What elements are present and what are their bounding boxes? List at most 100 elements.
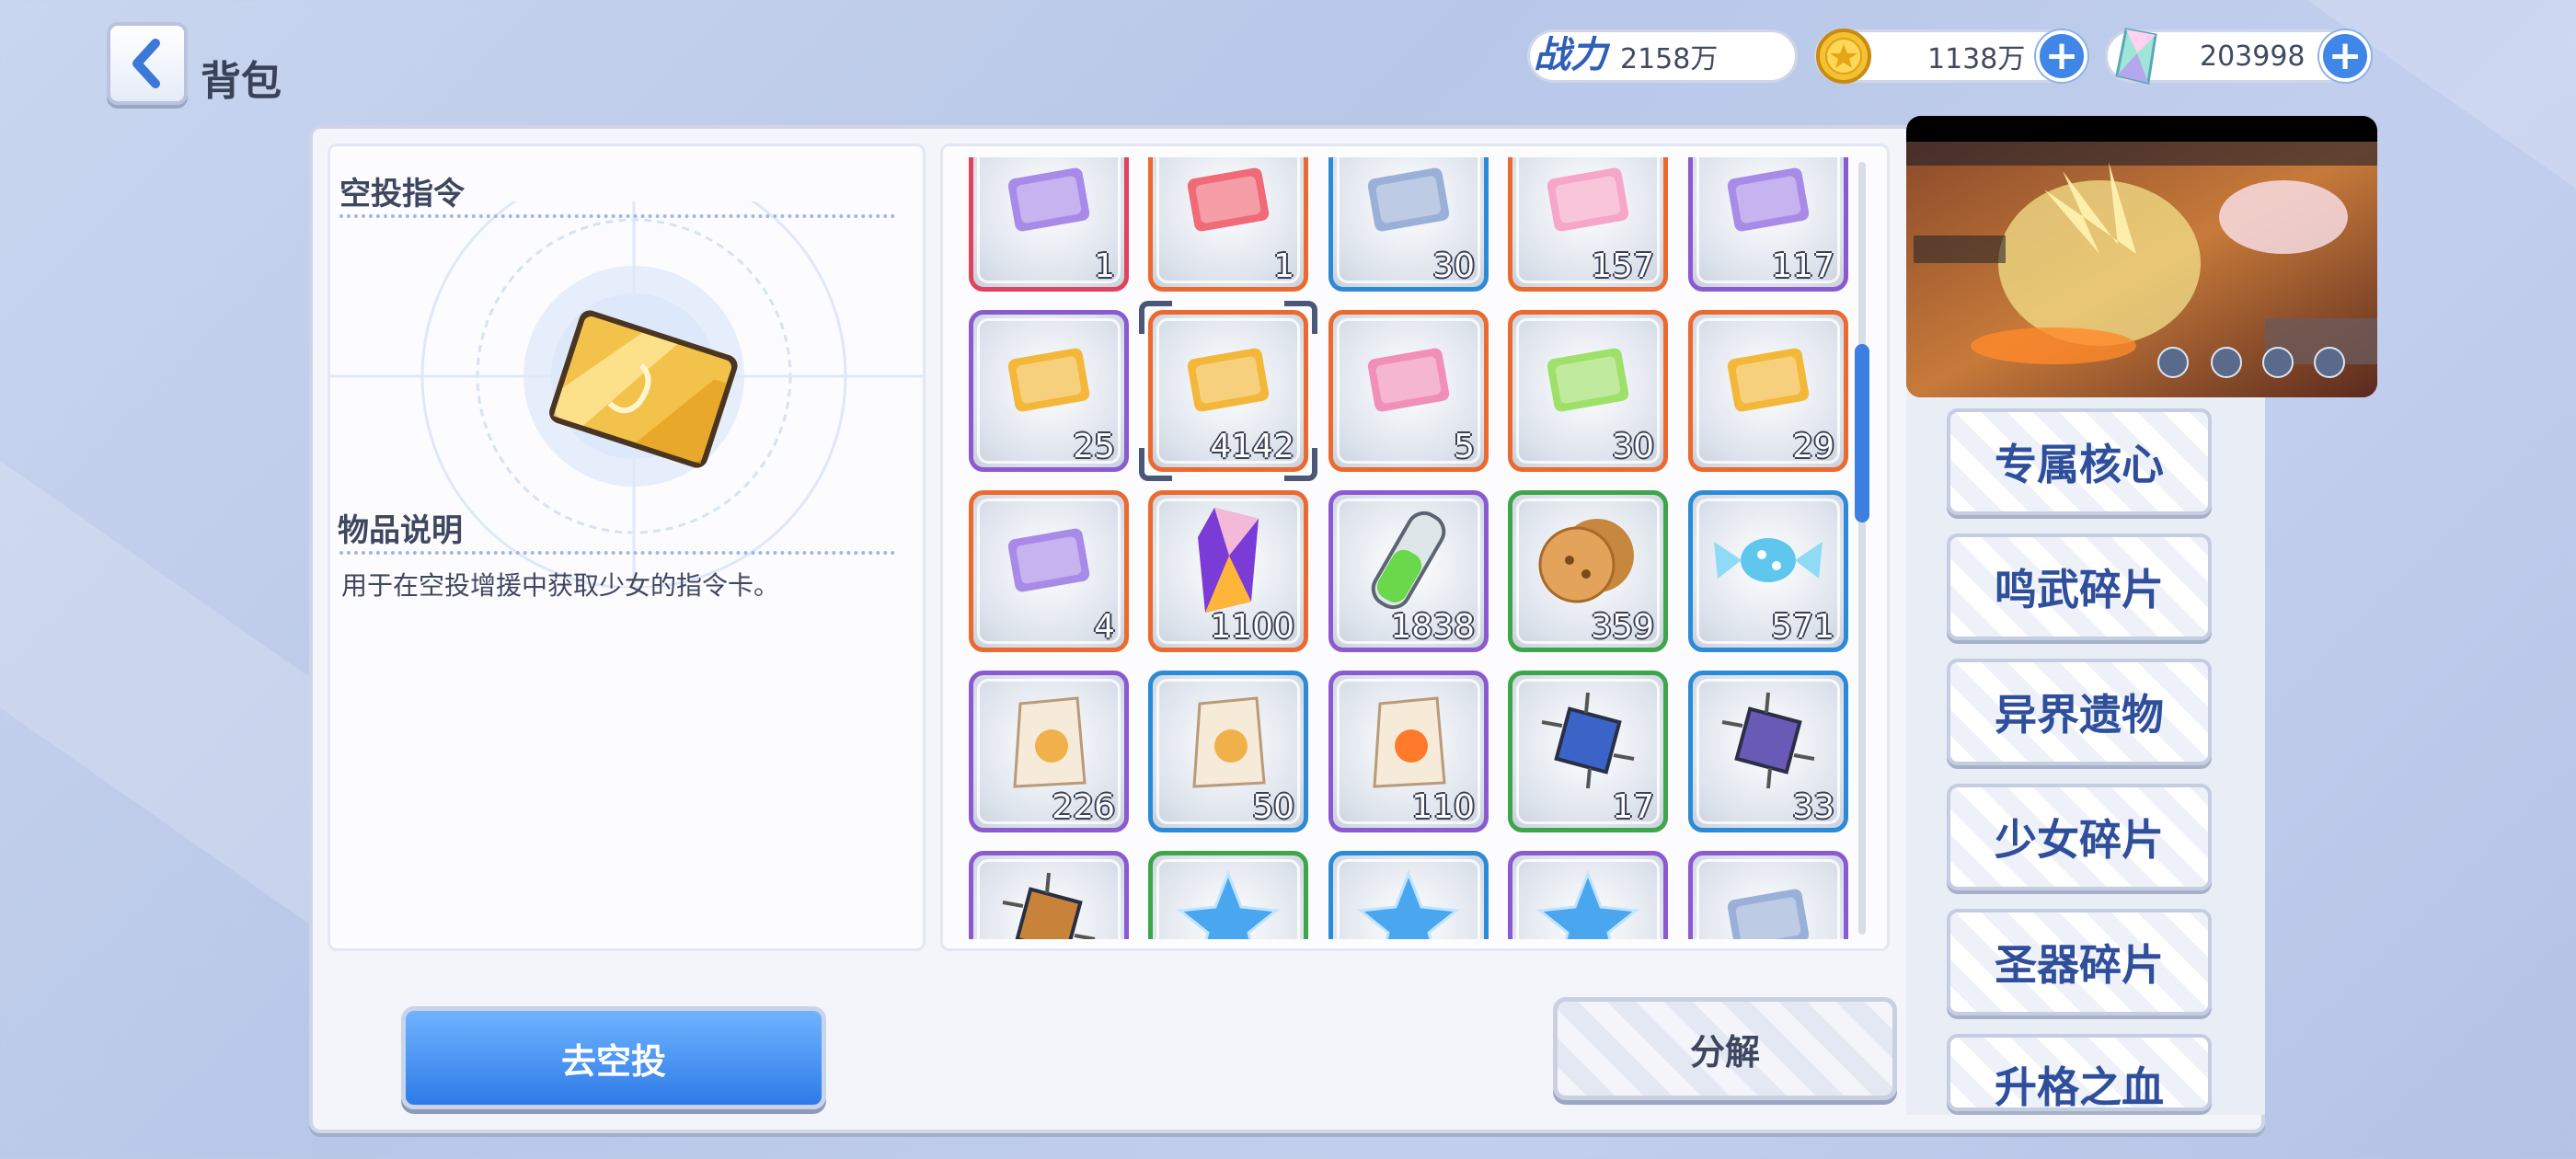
add-gold-button[interactable]: + bbox=[2036, 30, 2087, 82]
item-slot[interactable]: 571 bbox=[1688, 490, 1848, 652]
sword-card-purple-icon bbox=[998, 510, 1099, 614]
item-slot[interactable] bbox=[1508, 851, 1668, 939]
battle-scene-image bbox=[1906, 142, 2377, 397]
category-relics[interactable]: 异界遗物 bbox=[1947, 659, 2212, 765]
item-count: 4142 bbox=[1210, 428, 1294, 465]
pink-dna-card-icon bbox=[1358, 329, 1459, 434]
selection-corner bbox=[1284, 448, 1317, 481]
ice-crystal-icon bbox=[1173, 869, 1283, 939]
ice-star-icon bbox=[1353, 869, 1464, 939]
item-slot[interactable]: 17 bbox=[1508, 671, 1668, 832]
selection-corner bbox=[1284, 301, 1317, 334]
category-girl-shards[interactable]: 少女碎片 bbox=[1947, 784, 2212, 890]
item-count: 1100 bbox=[1210, 608, 1294, 646]
item-count: 359 bbox=[1591, 608, 1654, 646]
item-count: 1838 bbox=[1390, 608, 1475, 646]
gameplay-video-overlay[interactable] bbox=[1906, 116, 2377, 397]
item-count: 226 bbox=[1052, 788, 1115, 826]
item-count: 5 bbox=[1454, 428, 1475, 465]
airdrop-card-large-icon bbox=[549, 310, 738, 468]
scrollbar-thumb[interactable] bbox=[1855, 344, 1869, 522]
divider bbox=[339, 551, 895, 555]
item-count: 33 bbox=[1792, 788, 1834, 826]
item-slot[interactable]: 25 bbox=[969, 310, 1129, 472]
item-grid-viewport: 1 1 30 157 117 25 4142 5 30 29 4 1100 18… bbox=[943, 157, 1872, 939]
potion-tube-icon bbox=[1358, 500, 1459, 624]
page-title: 背包 bbox=[201, 58, 282, 105]
item-slot[interactable] bbox=[969, 851, 1129, 939]
gold-display: 1138万 + bbox=[1814, 29, 2088, 84]
item-slot[interactable] bbox=[1148, 851, 1308, 939]
power-icon: 战力 bbox=[1534, 34, 1607, 76]
item-count: 17 bbox=[1612, 788, 1654, 826]
shirt-ticket-icon bbox=[1537, 157, 1639, 254]
scrollbar-track[interactable] bbox=[1858, 162, 1866, 935]
chevron-left-icon bbox=[132, 39, 160, 88]
carrot-bag-icon bbox=[1358, 685, 1459, 799]
item-count: 50 bbox=[1252, 788, 1294, 826]
can-food-icon bbox=[998, 685, 1099, 799]
item-slot[interactable] bbox=[1688, 851, 1848, 939]
item-count: 4 bbox=[1094, 608, 1115, 646]
item-slot[interactable]: 1100 bbox=[1148, 490, 1308, 652]
item-count: 30 bbox=[1612, 428, 1654, 465]
item-count: 117 bbox=[1771, 247, 1834, 285]
ice-star-icon bbox=[1533, 869, 1643, 939]
amulet-icon bbox=[1358, 157, 1459, 254]
power-display: 战力 2158万 bbox=[1527, 29, 1798, 83]
cookie-icon bbox=[1533, 510, 1643, 614]
category-ascension-blood[interactable]: 升格之血 bbox=[1947, 1034, 2212, 1111]
selection-corner bbox=[1139, 301, 1172, 334]
item-description: 用于在空投增援中获取少女的指令卡。 bbox=[341, 570, 780, 601]
item-count: 157 bbox=[1591, 247, 1654, 285]
item-count: 30 bbox=[1432, 247, 1475, 285]
red-ticket-icon bbox=[1178, 157, 1279, 254]
item-slot[interactable]: 1838 bbox=[1328, 490, 1489, 652]
item-count: 571 bbox=[1771, 608, 1834, 646]
item-slot[interactable]: 359 bbox=[1508, 490, 1668, 652]
item-slot[interactable]: 4 bbox=[969, 490, 1129, 652]
rainbow-ticket-icon bbox=[1537, 329, 1639, 434]
item-count: 1 bbox=[1273, 247, 1294, 285]
category-exclusive-core[interactable]: 专属核心 bbox=[1947, 408, 2212, 515]
item-slot[interactable]: 157 bbox=[1508, 157, 1668, 292]
gold-value: 1138万 bbox=[1927, 43, 2026, 75]
item-slot[interactable]: 30 bbox=[1508, 310, 1668, 472]
item-detail-panel: 空投指令 物品说明 用于在空投增援中获取少女的指令卡。 bbox=[328, 143, 926, 951]
airdrop-card-icon bbox=[1178, 329, 1279, 434]
smile-ticket-icon bbox=[1718, 157, 1819, 254]
chip-gold-icon bbox=[994, 866, 1104, 939]
item-slot[interactable]: 30 bbox=[1328, 157, 1489, 292]
sword-card-icon bbox=[1718, 329, 1819, 434]
item-slot[interactable]: 110 bbox=[1328, 671, 1489, 832]
item-name: 空投指令 bbox=[339, 176, 465, 212]
decompose-button[interactable]: 分解 bbox=[1553, 997, 1897, 1100]
category-artifact-shards[interactable]: 圣器碎片 bbox=[1947, 909, 2212, 1016]
selection-corner bbox=[1139, 448, 1172, 481]
item-slot[interactable]: 117 bbox=[1688, 157, 1848, 292]
power-value: 2158万 bbox=[1620, 43, 1719, 75]
add-gem-button[interactable]: + bbox=[2319, 30, 2371, 82]
item-slot[interactable]: 50 bbox=[1148, 671, 1308, 832]
category-weapon-shards[interactable]: 鸣武碎片 bbox=[1947, 534, 2212, 640]
dna-card-icon bbox=[998, 329, 1099, 434]
item-slot[interactable]: 29 bbox=[1688, 310, 1848, 472]
item-slot[interactable]: 33 bbox=[1688, 671, 1848, 832]
item-slot[interactable]: 5 bbox=[1328, 310, 1489, 472]
candy-icon bbox=[1708, 514, 1828, 610]
snack-bag-icon bbox=[1178, 685, 1279, 799]
chip-purple-icon bbox=[1713, 685, 1823, 799]
chip-blue-icon bbox=[1533, 685, 1643, 799]
gem-value: 203998 bbox=[2200, 40, 2306, 73]
go-airdrop-button[interactable]: 去空投 bbox=[401, 1006, 826, 1109]
gem-crystal-icon bbox=[1178, 500, 1279, 624]
back-button[interactable] bbox=[107, 22, 188, 105]
divider bbox=[339, 214, 895, 218]
item-slot[interactable] bbox=[1328, 851, 1489, 939]
item-slot[interactable]: 1 bbox=[1148, 157, 1308, 292]
item-slot[interactable]: 226 bbox=[969, 671, 1129, 832]
gem-icon bbox=[2115, 28, 2157, 85]
item-count: 25 bbox=[1073, 428, 1115, 465]
item-slot[interactable]: 1 bbox=[969, 157, 1129, 292]
item-count: 1 bbox=[1094, 247, 1115, 285]
